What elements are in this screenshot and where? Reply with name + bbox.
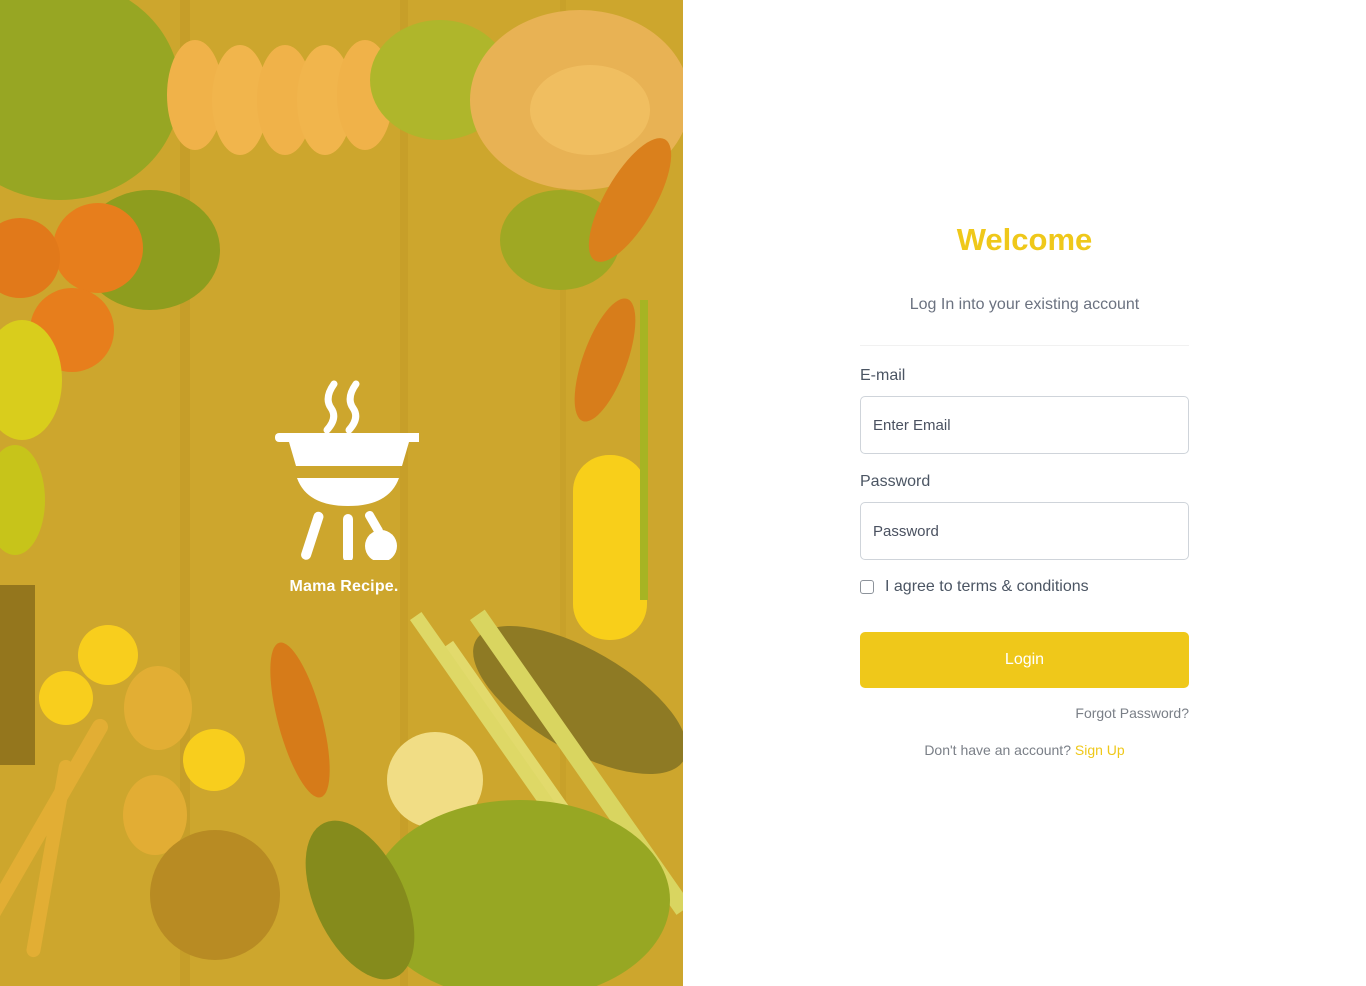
page-title: Welcome [956,222,1093,257]
hero-panel: Mama Recipe. [0,0,683,986]
email-label: E-mail [860,367,906,384]
barbecue-grill-icon [275,380,419,560]
signup-row: Don't have an account? Sign Up [860,742,1189,758]
terms-label: I agree to terms & conditions [885,578,1089,595]
password-label: Password [860,473,931,490]
password-field[interactable] [860,502,1189,560]
forgot-password-link[interactable]: Forgot Password? [1075,705,1189,721]
brand-name: Mama Recipe. [289,578,399,595]
signup-link[interactable]: Sign Up [1075,742,1125,758]
email-field[interactable] [860,396,1189,454]
page-subtitle: Log In into your existing account [909,296,1140,313]
signup-prompt: Don't have an account? [924,742,1075,758]
terms-checkbox[interactable] [860,580,874,594]
brand-logo: Mama Recipe. [262,378,426,596]
divider [860,345,1189,346]
login-button[interactable]: Login [860,632,1189,688]
login-panel: Welcome Log In into your existing accoun… [683,0,1366,986]
terms-row: I agree to terms & conditions [860,578,1089,596]
